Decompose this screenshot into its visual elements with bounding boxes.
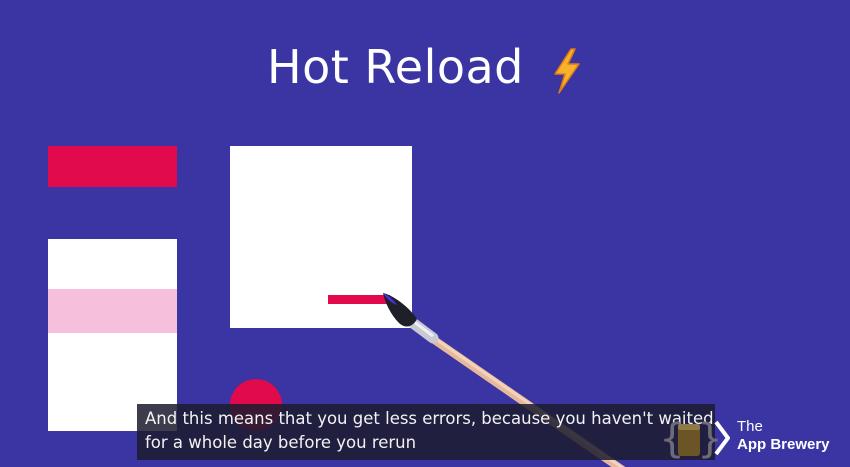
caption-line-1: And this means that you get less errors,… (145, 409, 714, 428)
logo-text-line-1: The (737, 418, 763, 435)
white-column-box (48, 239, 177, 431)
lightning-bolt-icon (554, 47, 580, 94)
brewery-mug-icon: { } (660, 416, 730, 462)
logo-text: The App Brewery (737, 418, 830, 454)
subtitle-caption: And this means that you get less errors,… (137, 404, 715, 460)
slide-title: Hot Reload (0, 40, 850, 95)
caption-line-2: for a whole day before you rerun (145, 433, 417, 452)
red-rectangle (48, 146, 177, 187)
slide-canvas: Hot Reload And this means that you get l… (0, 0, 850, 467)
logo-text-line-2: App Brewery (737, 436, 830, 453)
slide-title-text: Hot Reload (266, 40, 524, 94)
pink-band (48, 289, 177, 333)
app-brewery-logo: { } The App Brewery (660, 410, 850, 467)
